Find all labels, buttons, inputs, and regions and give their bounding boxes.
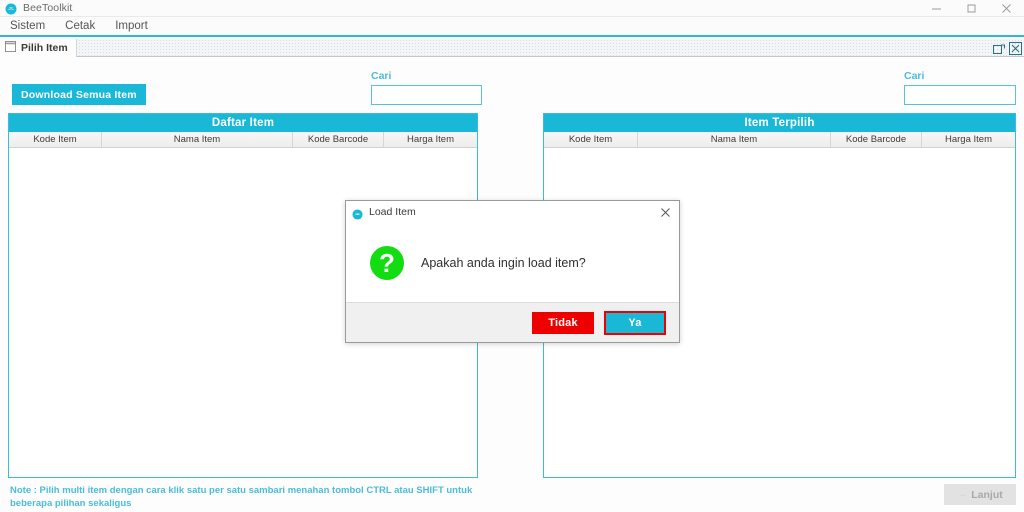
question-icon: ? — [370, 245, 404, 280]
column-header-harga-item[interactable]: Harga Item — [384, 132, 477, 147]
restore-window-icon[interactable] — [992, 42, 1005, 55]
column-header-nama-item[interactable]: Nama Item — [638, 132, 831, 147]
lanjut-button-label: Lanjut — [971, 488, 1003, 501]
column-header-nama-item[interactable]: Nama Item — [102, 132, 293, 147]
close-icon[interactable] — [989, 0, 1024, 17]
tab-pilih-item[interactable]: Pilih Item — [0, 38, 77, 57]
column-header-harga-item[interactable]: Harga Item — [922, 132, 1015, 147]
beetoolkit-logo-icon — [352, 207, 363, 220]
load-item-dialog: Load Item ? Apakah anda ingin load item?… — [345, 200, 680, 343]
column-header-kode-item[interactable]: Kode Item — [544, 132, 638, 147]
left-search-label: Cari — [371, 70, 392, 82]
download-all-items-button[interactable]: Download Semua Item — [12, 84, 146, 105]
daftar-item-header-row: Kode Item Nama Item Kode Barcode Harga I… — [9, 132, 477, 148]
menubar: Sistem Cetak Import — [0, 17, 1024, 37]
application-window: BeeToolkit Sistem Cetak Import Pilih Ite… — [0, 0, 1024, 512]
daftar-item-title: Daftar Item — [9, 114, 477, 132]
dialog-titlebar: Load Item — [346, 201, 679, 223]
left-search-input[interactable] — [371, 85, 482, 105]
beetoolkit-logo-icon — [5, 2, 17, 15]
dialog-title: Load Item — [369, 206, 416, 218]
tab-label: Pilih Item — [21, 41, 68, 54]
ya-button[interactable]: Ya — [604, 310, 666, 335]
tab-window-controls — [992, 39, 1022, 57]
maximize-icon[interactable] — [954, 0, 989, 17]
tabstrip: Pilih Item — [0, 38, 1024, 57]
column-header-kode-item[interactable]: Kode Item — [9, 132, 102, 147]
dialog-footer: Tidak Ya — [346, 302, 679, 342]
menu-item-import[interactable]: Import — [105, 17, 158, 36]
multi-select-note: Note : Pilih multi item dengan cara klik… — [10, 485, 473, 509]
column-header-kode-barcode[interactable]: Kode Barcode — [293, 132, 384, 147]
dialog-body: ? Apakah anda ingin load item? — [346, 223, 679, 302]
item-terpilih-title: Item Terpilih — [544, 114, 1015, 132]
item-terpilih-header-row: Kode Item Nama Item Kode Barcode Harga I… — [544, 132, 1015, 148]
window-controls — [919, 0, 1024, 17]
window-tab-icon — [5, 39, 16, 57]
menu-item-sistem[interactable]: Sistem — [0, 17, 55, 36]
right-search-input[interactable] — [904, 85, 1016, 105]
dialog-message: Apakah anda ingin load item? — [421, 255, 586, 270]
tidak-button[interactable]: Tidak — [532, 311, 594, 334]
close-icon[interactable] — [651, 201, 679, 223]
arrow-right-icon: → — [957, 489, 968, 500]
right-search-label: Cari — [904, 70, 925, 82]
menu-item-cetak[interactable]: Cetak — [55, 17, 105, 36]
close-window-icon[interactable] — [1009, 41, 1022, 55]
window-titlebar: BeeToolkit — [0, 0, 1024, 17]
column-header-kode-barcode[interactable]: Kode Barcode — [831, 132, 922, 147]
lanjut-button[interactable]: → Lanjut — [944, 484, 1016, 505]
app-title: BeeToolkit — [23, 1, 73, 14]
minimize-icon[interactable] — [919, 0, 954, 17]
